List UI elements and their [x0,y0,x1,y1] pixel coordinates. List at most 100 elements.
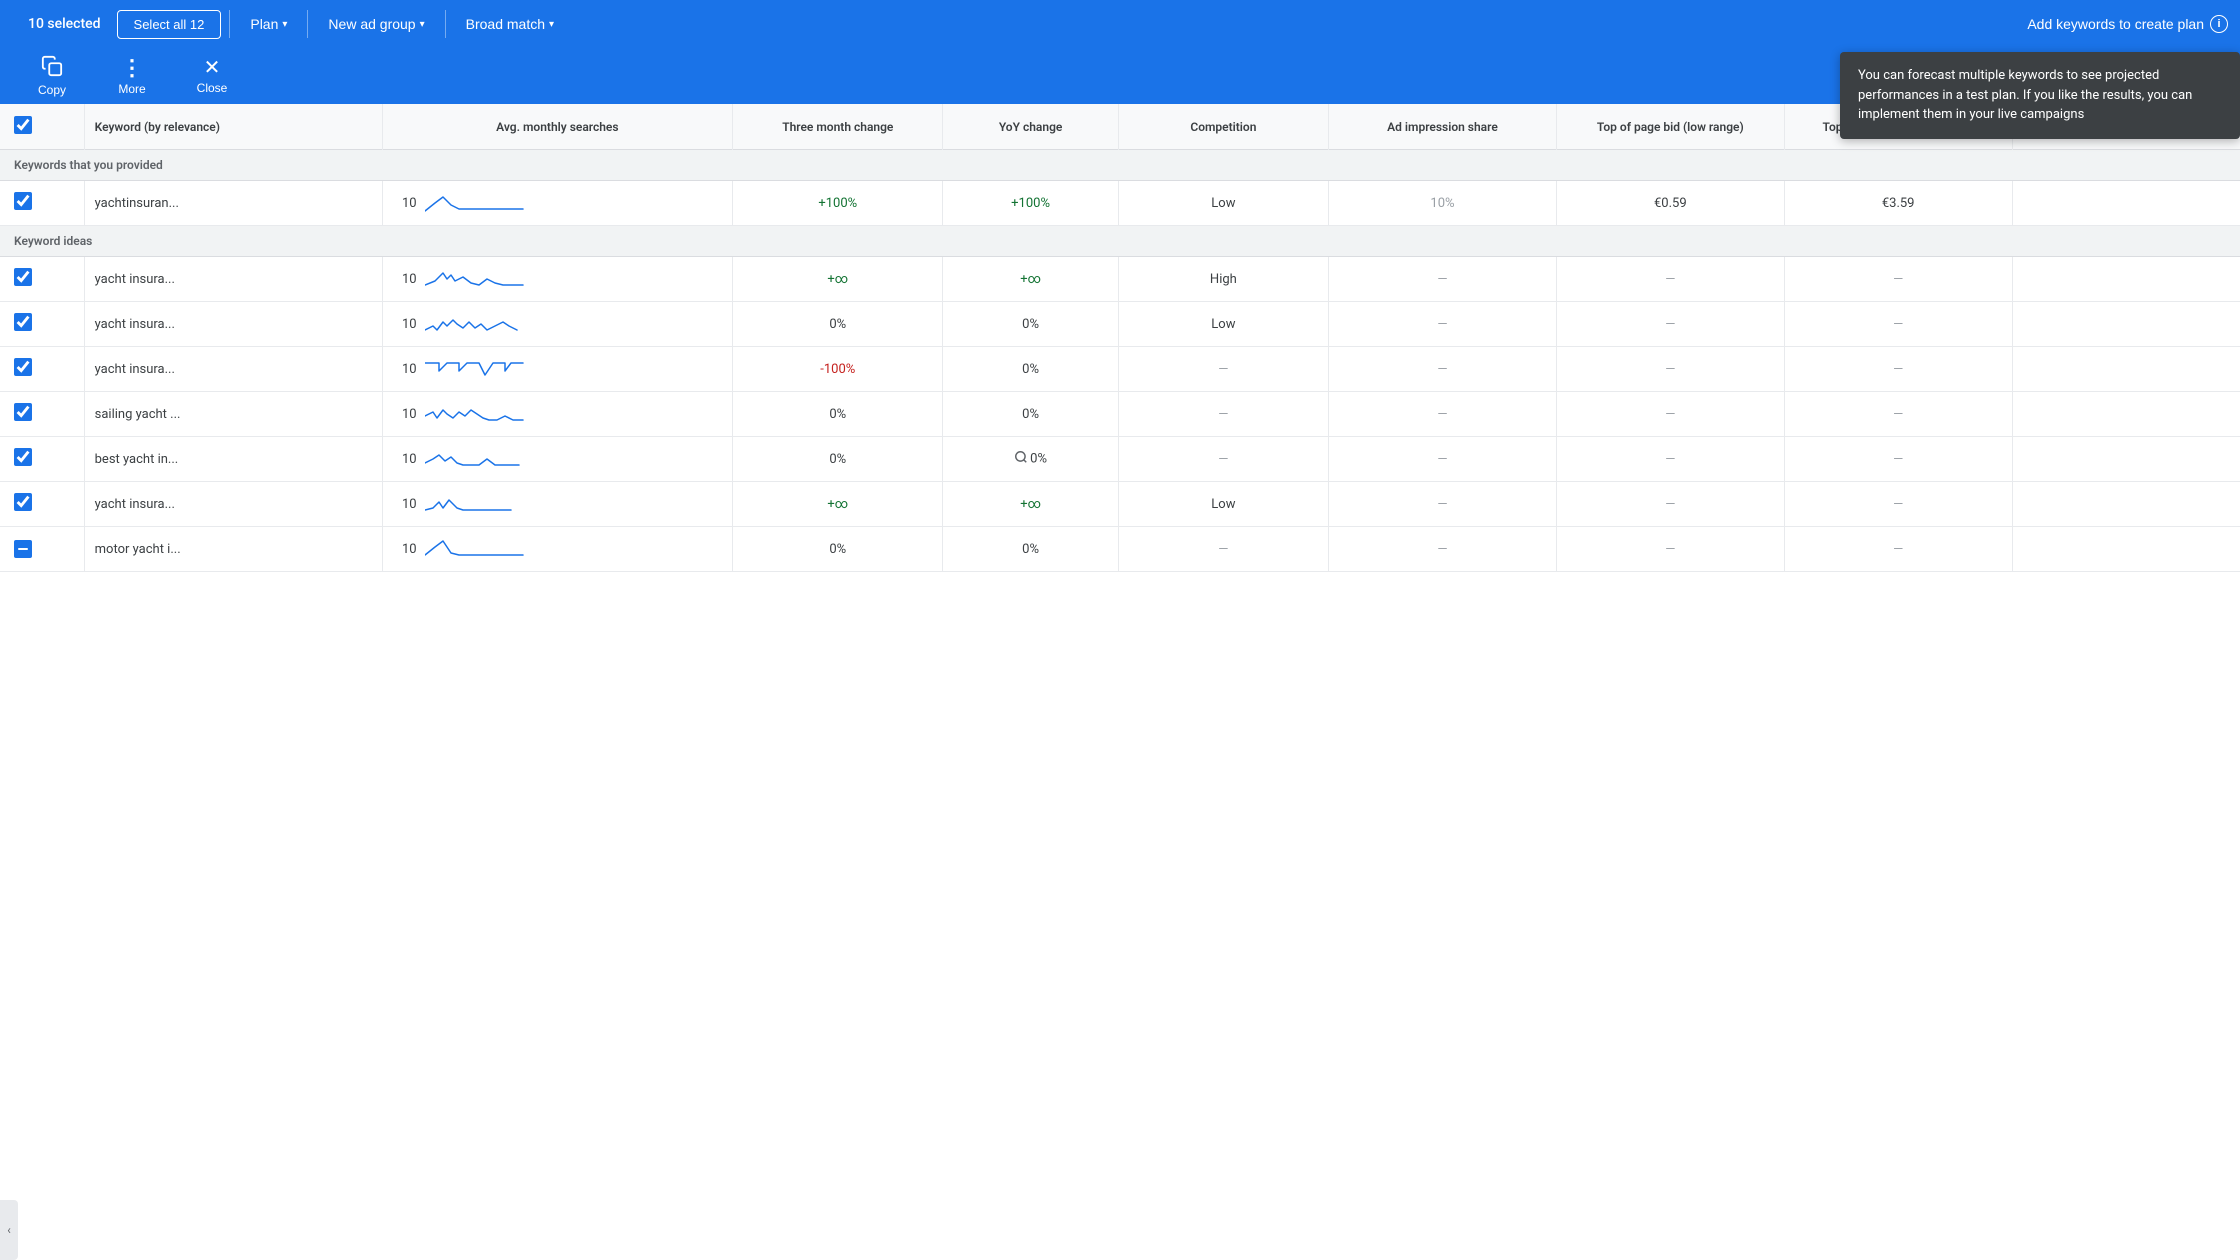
row-top-high: — [1784,527,2012,572]
select-all-button[interactable]: Select all 12 [117,10,222,39]
row-yoy: +100% [943,181,1118,226]
info-icon: i [2210,15,2228,33]
row-checkbox-cell [0,347,84,392]
row-top-high: €3.59 [1784,181,2012,226]
more-icon: ⋮ [121,57,143,79]
selected-count: 10 selected [12,16,117,32]
row-top-high: — [1784,347,2012,392]
row-competition: Low [1118,181,1328,226]
table-row: best yacht in... 10 0% 0% — — — — [0,437,2240,482]
row-keyword: sailing yacht ... [84,392,382,437]
row-keyword: best yacht in... [84,437,382,482]
row-keyword: yachtinsuran... [84,181,382,226]
copy-icon [41,55,63,80]
row-top-low: — [1556,527,1784,572]
close-label: Close [197,81,228,95]
row-top-low: €0.59 [1556,181,1784,226]
row-checkbox[interactable] [14,192,32,210]
row-monthly: 10 [382,437,733,482]
select-all-checkbox[interactable] [14,116,32,134]
row-three-month: 0% [733,302,943,347]
table-row: yacht insura... 10 +∞ +∞ Low — — — [0,482,2240,527]
row-keyword: yacht insura... [84,257,382,302]
copy-label: Copy [38,83,66,97]
row-checkbox[interactable] [14,358,32,376]
row-top-high: — [1784,392,2012,437]
toolbar-divider-2 [307,10,308,38]
header-keyword: Keyword (by relevance) [84,104,382,150]
row-yoy: 0% [943,392,1118,437]
close-icon: ✕ [204,58,221,78]
row-three-month: -100% [733,347,943,392]
row-yoy: +∞ [943,257,1118,302]
row-checkbox-cell [0,392,84,437]
row-checkbox[interactable] [14,268,32,286]
scroll-hint[interactable]: ‹ [0,1200,18,1260]
header-monthly: Avg. monthly searches [382,104,733,150]
section-ideas-label: Keyword ideas [0,226,2240,257]
row-checkbox[interactable] [14,493,32,511]
new-ad-group-chevron-icon: ▾ [420,19,425,30]
row-account-status [2012,257,2240,302]
header-checkbox-cell [0,104,84,150]
row-keyword: yacht insura... [84,482,382,527]
row-checkbox-cell [0,527,84,572]
row-keyword: yacht insura... [84,302,382,347]
row-top-low: — [1556,482,1784,527]
row-ad-impression: 10% [1329,181,1557,226]
row-top-low: — [1556,347,1784,392]
row-checkbox[interactable] [14,448,32,466]
add-keywords-label: Add keywords to create plan [2027,16,2204,32]
row-yoy: 0% [943,302,1118,347]
row-top-low: — [1556,302,1784,347]
row-keyword: yacht insura... [84,347,382,392]
row-three-month: +100% [733,181,943,226]
row-ad-impression: — [1329,527,1557,572]
row-keyword: motor yacht i... [84,527,382,572]
search-icon [1014,450,1028,468]
row-yoy: +∞ [943,482,1118,527]
row-checkbox[interactable] [14,403,32,421]
row-monthly: 10 [382,302,733,347]
forecast-tooltip: You can forecast multiple keywords to se… [1840,52,2240,139]
row-checkbox-cell [0,257,84,302]
row-top-high: — [1784,302,2012,347]
keywords-table-wrap: Keyword (by relevance) Avg. monthly sear… [0,104,2240,572]
row-account-status [2012,302,2240,347]
table-row: yacht insura... 10 0% 0% Low — — — [0,302,2240,347]
row-top-high: — [1784,482,2012,527]
more-label: More [118,82,145,96]
row-top-high: — [1784,257,2012,302]
toolbar-divider-1 [229,10,230,38]
row-checkbox-cell [0,302,84,347]
row-yoy: 0% [943,527,1118,572]
plan-dropdown-button[interactable]: Plan ▾ [238,16,299,32]
more-button[interactable]: ⋮ More [92,53,172,100]
tooltip-text: You can forecast multiple keywords to se… [1858,68,2192,122]
row-competition: — [1118,392,1328,437]
row-monthly: 10 [382,482,733,527]
row-account-status [2012,482,2240,527]
row-monthly: 10 [382,392,733,437]
row-top-high: — [1784,437,2012,482]
table-row: yachtinsuran... 10 +100% +100% Low 10% €… [0,181,2240,226]
row-ad-impression: — [1329,347,1557,392]
row-ad-impression: — [1329,257,1557,302]
row-monthly: 10 [382,347,733,392]
row-checkbox-cell [0,482,84,527]
add-keywords-button[interactable]: Add keywords to create plan i [2027,15,2228,33]
row-three-month: +∞ [733,482,943,527]
header-top-low: Top of page bid (low range) [1556,104,1784,150]
row-competition: Low [1118,302,1328,347]
row-ad-impression: — [1329,302,1557,347]
close-button[interactable]: ✕ Close [172,54,252,99]
row-monthly: 10 [382,527,733,572]
copy-button[interactable]: Copy [12,51,92,101]
row-checkbox[interactable] [14,313,32,331]
row-account-status [2012,347,2240,392]
row-monthly: 10 [382,181,733,226]
new-ad-group-dropdown-button[interactable]: New ad group ▾ [316,16,436,32]
row-top-low: — [1556,437,1784,482]
table-body: Keywords that you provided yachtinsuran.… [0,150,2240,572]
broad-match-dropdown-button[interactable]: Broad match ▾ [454,16,566,32]
